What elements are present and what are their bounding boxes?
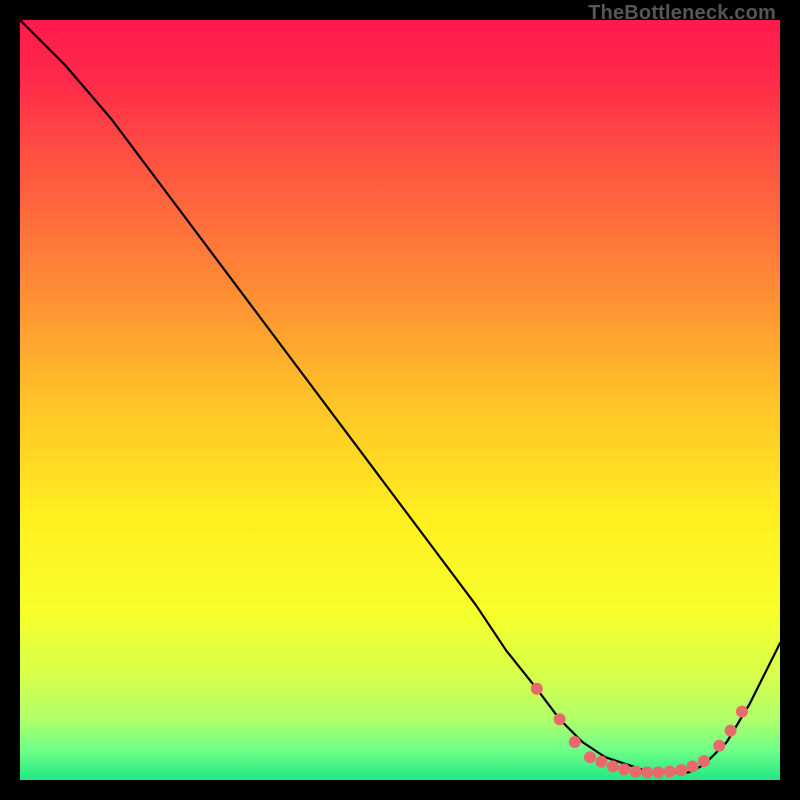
watermark-label: TheBottleneck.com	[588, 2, 776, 25]
marker-dot	[736, 706, 748, 718]
marker-dot	[641, 766, 653, 778]
marker-dot	[652, 766, 664, 778]
marker-dot	[664, 766, 676, 778]
marker-dot	[618, 763, 630, 775]
marker-dot	[630, 766, 642, 778]
marker-dot	[569, 736, 581, 748]
marker-dot	[531, 683, 543, 695]
marker-dot	[607, 760, 619, 772]
marker-dot	[554, 713, 566, 725]
marker-dot	[584, 751, 596, 763]
marker-dot	[675, 764, 687, 776]
marker-dot	[713, 740, 725, 752]
bottleneck-chart	[20, 20, 780, 780]
marker-dot	[595, 756, 607, 768]
marker-dot	[698, 755, 710, 767]
marker-dot	[725, 725, 737, 737]
marker-dot	[687, 760, 699, 772]
chart-frame	[20, 20, 780, 780]
gradient-background	[20, 20, 780, 780]
